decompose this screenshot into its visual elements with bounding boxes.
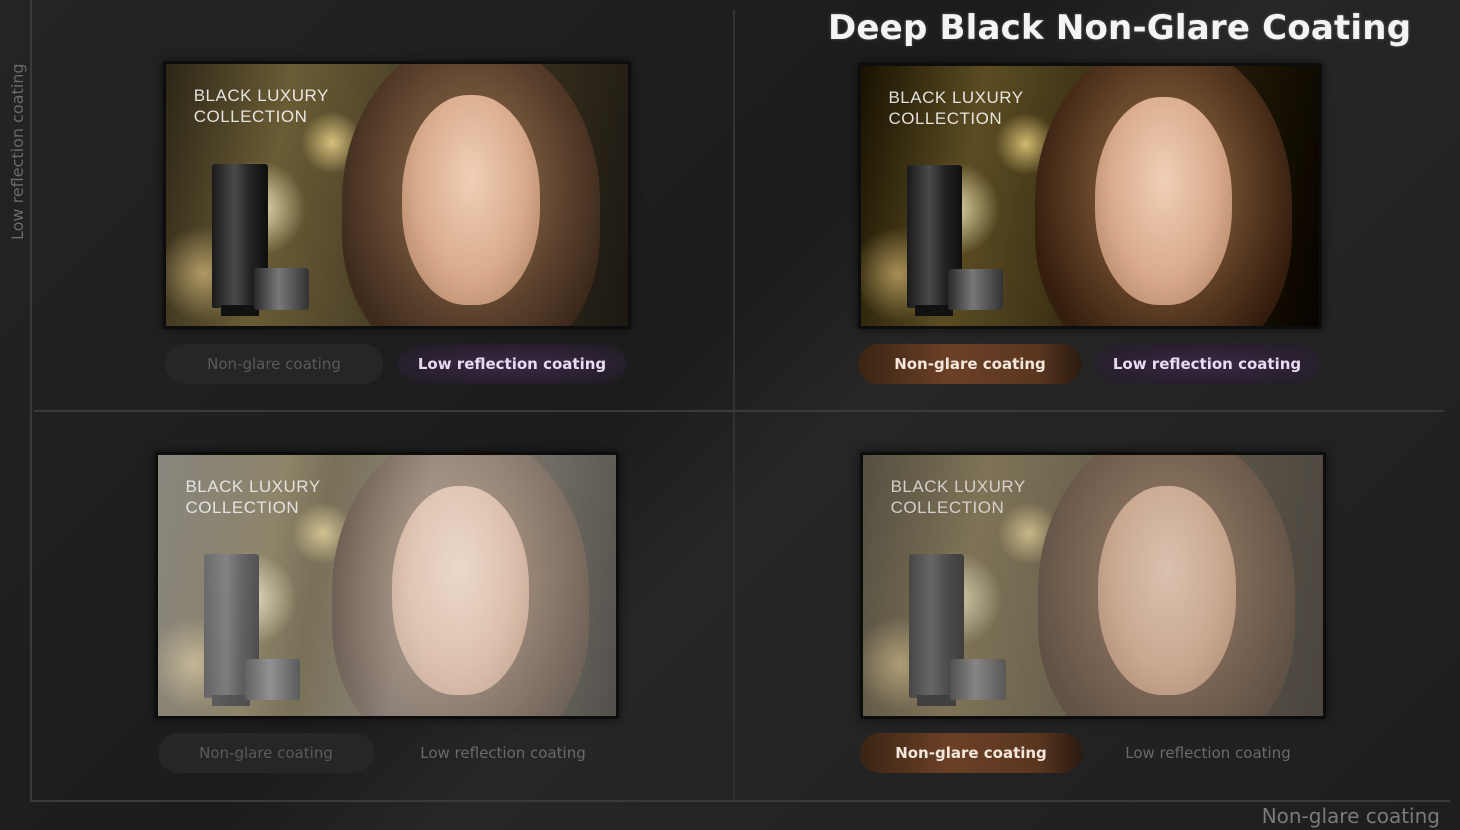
screen-panel-bottom-right: BLACK LUXURY COLLECTION [860,452,1326,719]
low-reflection-button[interactable]: Low reflection coating [398,344,626,384]
product-jar [948,268,1003,311]
screen-panel-bottom-left: BLACK LUXURY COLLECTION [155,452,619,719]
screen-panel-top-left: BLACK LUXURY COLLECTION [163,61,631,329]
non-glare-button[interactable]: Non-glare coating [165,344,383,384]
model-face [401,95,541,306]
product-jar [245,658,300,701]
low-reflection-button[interactable]: Low reflection coating [1096,733,1320,773]
non-glare-button[interactable]: Non-glare coating [860,733,1082,773]
non-glare-button[interactable]: Non-glare coating [858,344,1082,384]
non-glare-button[interactable]: Non-glare coating [158,733,374,773]
y-axis-label: Low reflection coating [8,63,27,240]
low-reflection-button[interactable]: Low reflection coating [1094,344,1320,384]
model-face [1097,486,1236,696]
brand-text: BLACK LUXURY COLLECTION [185,476,321,517]
page-title: Deep Black Non-Glare Coating [828,8,1412,48]
x-axis-label: Non-glare coating [1261,804,1440,828]
model-face [391,486,529,696]
x-axis-line [30,800,1450,802]
y-axis-line [30,0,32,800]
brand-text: BLACK LUXURY COLLECTION [888,87,1024,128]
quadrant-divider-horizontal [34,410,1444,412]
low-reflection-button[interactable]: Low reflection coating [390,733,616,773]
product-jar [253,268,310,311]
product-jar [950,658,1006,701]
brand-text: BLACK LUXURY COLLECTION [890,476,1026,517]
brand-text: BLACK LUXURY COLLECTION [193,85,329,126]
model-face [1094,97,1232,306]
quadrant-divider-vertical [733,10,735,800]
screen-panel-top-right: BLACK LUXURY COLLECTION [858,63,1322,329]
